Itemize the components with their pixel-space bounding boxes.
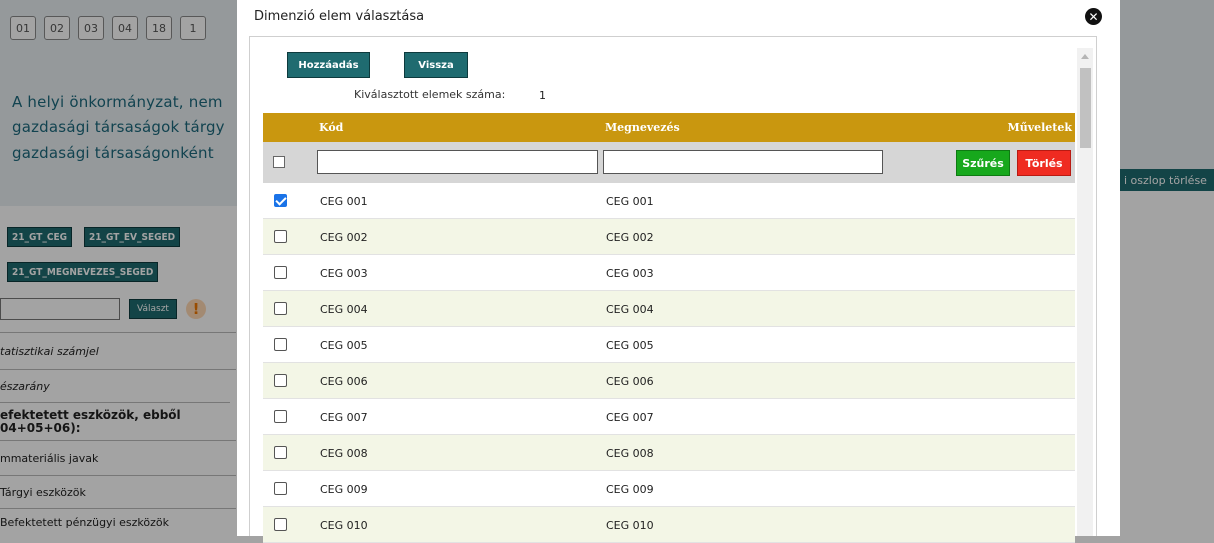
table-row[interactable]: CEG 004 CEG 004 [263,291,1075,327]
table-row[interactable]: CEG 009 CEG 009 [263,471,1075,507]
cell-megnevezes: CEG 005 [606,339,654,352]
column-header-megnevezes[interactable]: Megnevezés [605,121,680,134]
table-row[interactable]: CEG 003 CEG 003 [263,255,1075,291]
cell-megnevezes: CEG 008 [606,447,654,460]
cell-kod: CEG 009 [320,483,368,496]
column-header-kod[interactable]: Kód [319,121,343,134]
row-checkbox[interactable] [274,518,287,531]
cell-kod: CEG 010 [320,519,368,532]
row-checkbox[interactable] [274,338,287,351]
cell-megnevezes: CEG 001 [606,195,654,208]
row-checkbox[interactable] [274,410,287,423]
dialog-scrollbar[interactable] [1077,48,1093,536]
selected-count-value: 1 [539,89,546,102]
scroll-thumb[interactable] [1080,68,1091,148]
row-checkbox[interactable] [274,374,287,387]
cell-kod: CEG 004 [320,303,368,316]
row-checkbox[interactable] [274,446,287,459]
dialog-title: Dimenzió elem választása [254,9,425,24]
cell-megnevezes: CEG 004 [606,303,654,316]
cell-kod: CEG 006 [320,375,368,388]
filter-megnevezes-input[interactable] [603,150,883,174]
back-button[interactable]: Vissza [404,52,468,78]
cell-kod: CEG 003 [320,267,368,280]
table-row[interactable]: CEG 008 CEG 008 [263,435,1075,471]
cell-kod: CEG 007 [320,411,368,424]
clear-filter-button[interactable]: Törlés [1017,150,1071,176]
column-header-muveletek: Műveletek [1007,121,1072,134]
cell-megnevezes: CEG 009 [606,483,654,496]
cell-megnevezes: CEG 006 [606,375,654,388]
row-checkbox[interactable] [274,482,287,495]
row-checkbox[interactable] [274,194,287,207]
table-row[interactable]: CEG 006 CEG 006 [263,363,1075,399]
add-button[interactable]: Hozzáadás [287,52,370,78]
cell-kod: CEG 008 [320,447,368,460]
table-row[interactable]: CEG 001 CEG 001 [263,183,1075,219]
filter-kod-input[interactable] [317,150,598,174]
table-filter-row: Szűrés Törlés [263,142,1075,183]
close-icon[interactable]: ✕ [1085,8,1102,25]
cell-megnevezes: CEG 007 [606,411,654,424]
scroll-up-arrow-icon[interactable] [1081,54,1089,59]
cell-kod: CEG 001 [320,195,368,208]
selected-count-label: Kiválasztott elemek száma: [354,88,506,101]
cell-megnevezes: CEG 003 [606,267,654,280]
filter-button[interactable]: Szűrés [956,150,1010,176]
cell-megnevezes: CEG 002 [606,231,654,244]
cell-kod: CEG 005 [320,339,368,352]
row-checkbox[interactable] [274,302,287,315]
table-body: CEG 001 CEG 001 CEG 002 CEG 002 CEG 003 CEG 0… [263,183,1075,543]
table-row[interactable]: CEG 010 CEG 010 [263,507,1075,543]
table-row[interactable]: CEG 007 CEG 007 [263,399,1075,435]
table-header: Kód Megnevezés Műveletek [263,113,1075,142]
cell-megnevezes: CEG 010 [606,519,654,532]
cell-kod: CEG 002 [320,231,368,244]
select-all-checkbox[interactable] [273,156,285,168]
table-row[interactable]: CEG 002 CEG 002 [263,219,1075,255]
row-checkbox[interactable] [274,266,287,279]
table-row[interactable]: CEG 005 CEG 005 [263,327,1075,363]
row-checkbox[interactable] [274,230,287,243]
